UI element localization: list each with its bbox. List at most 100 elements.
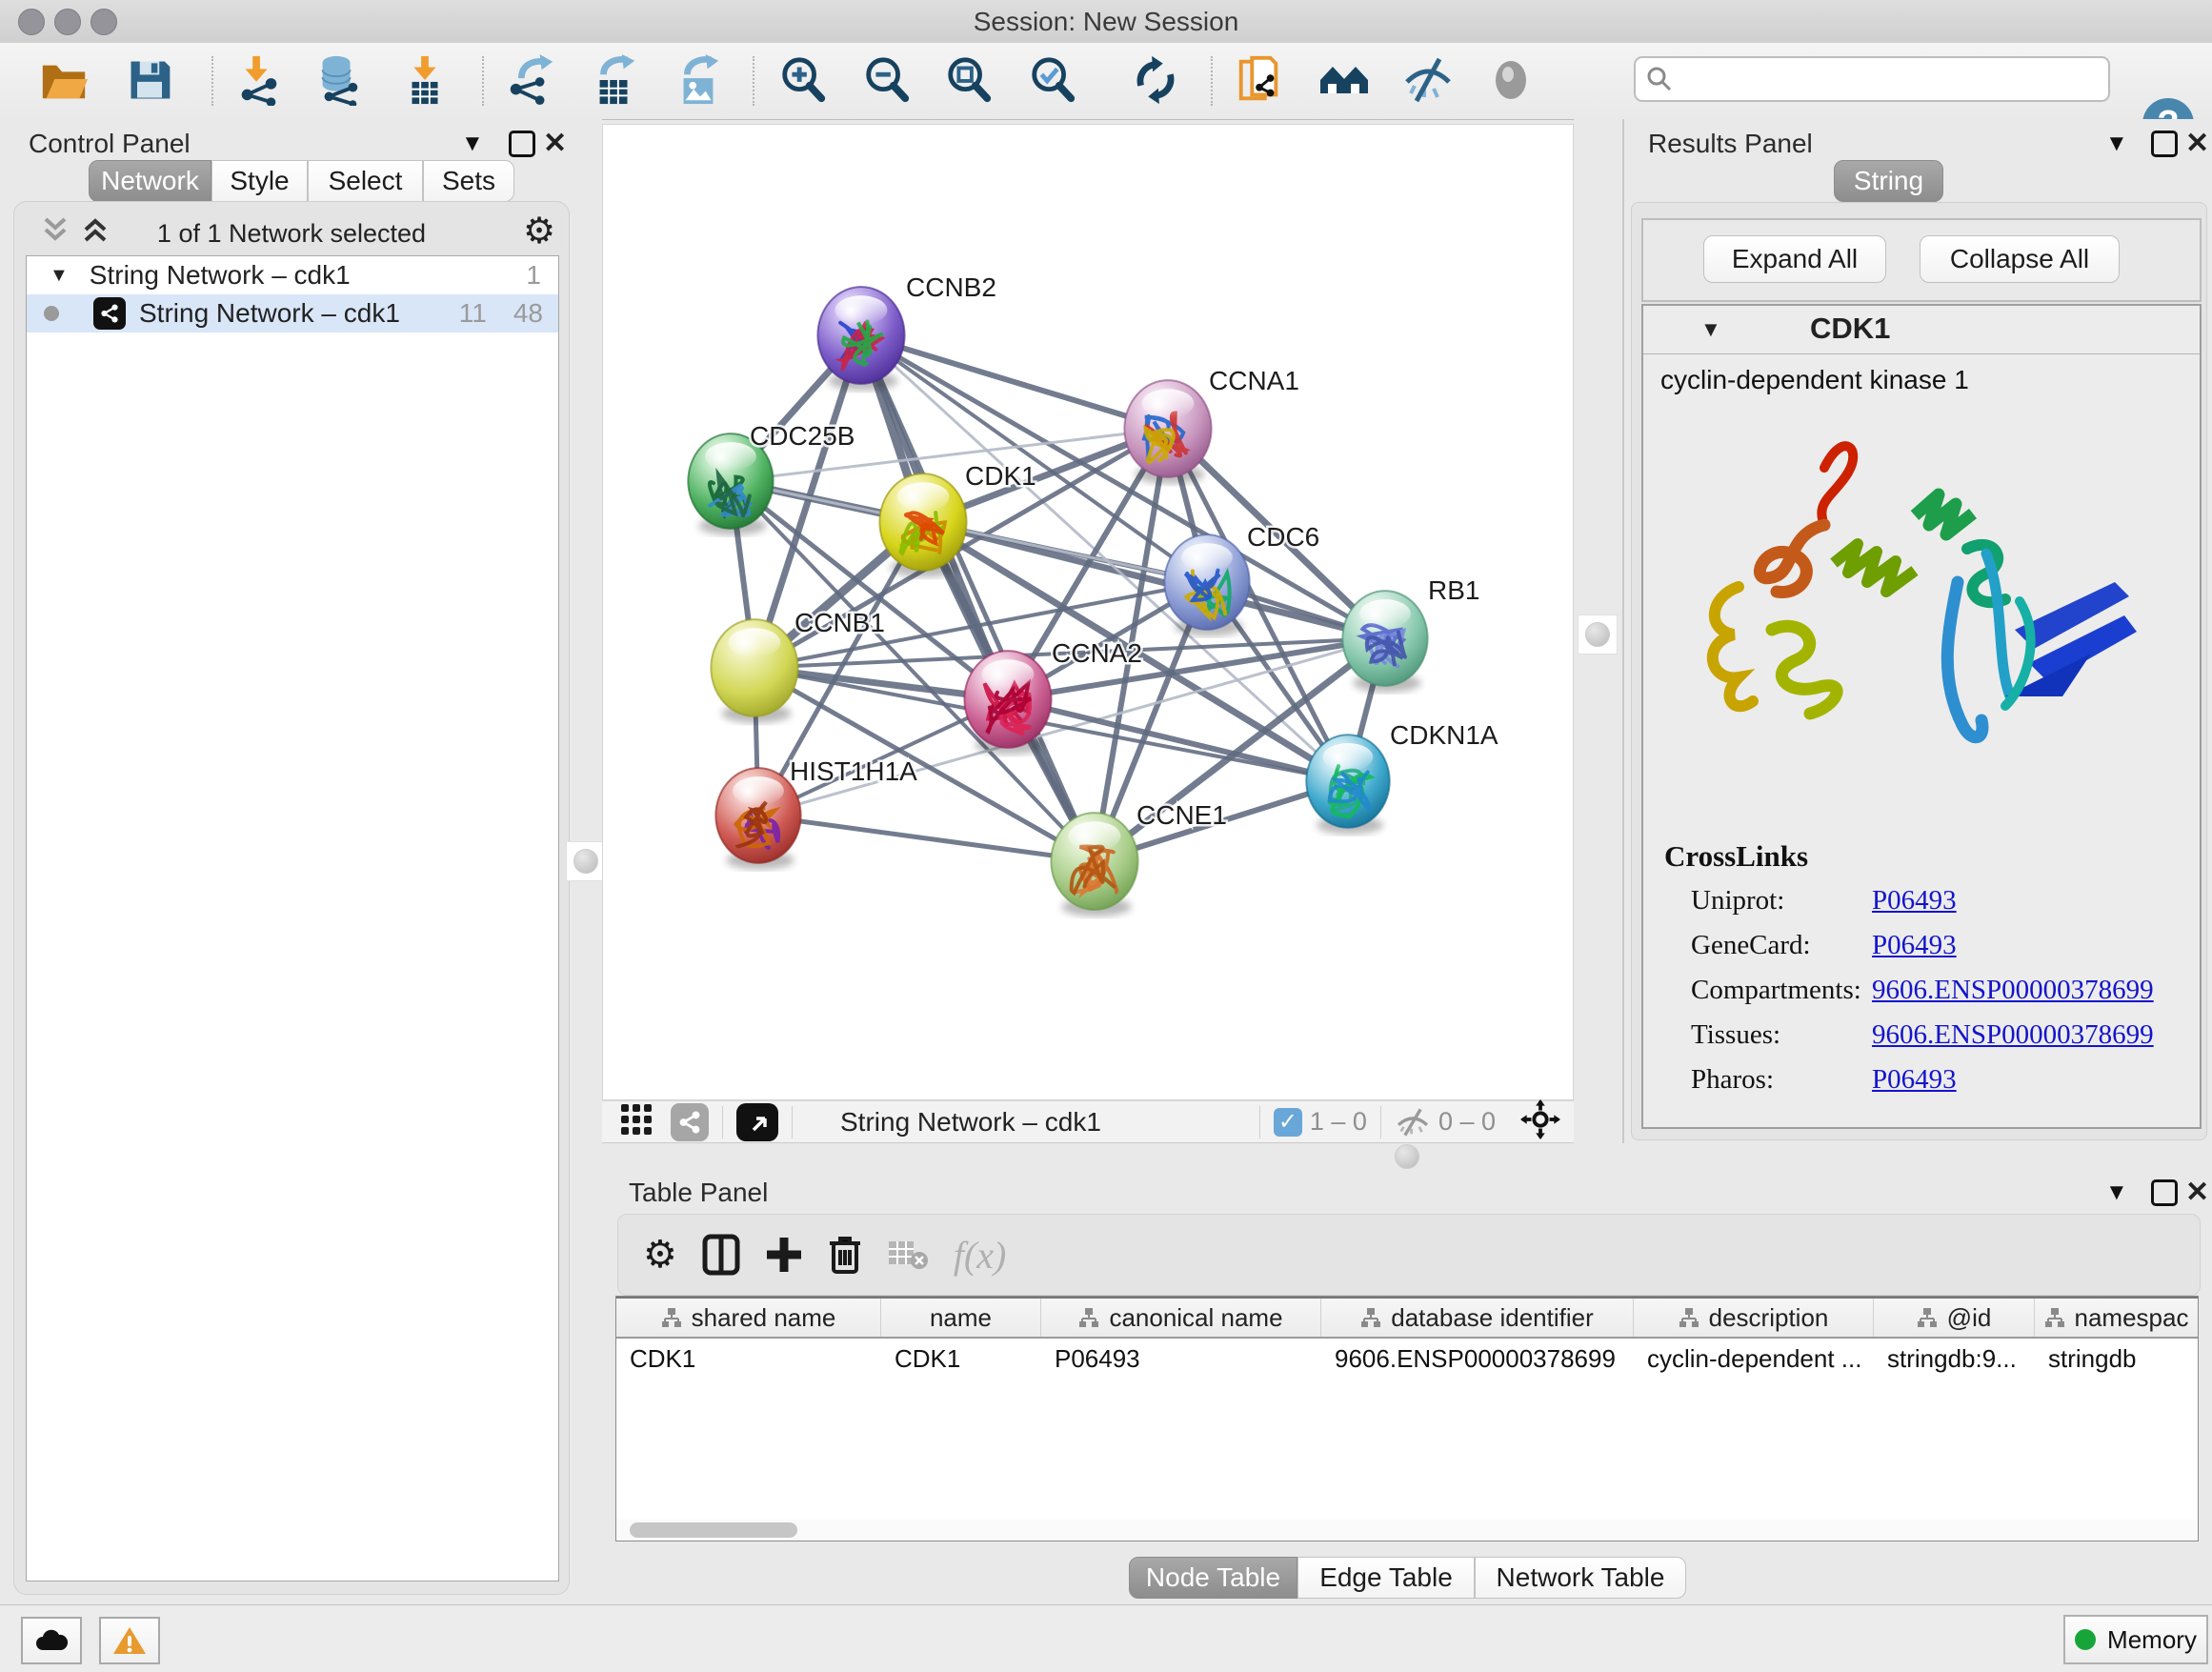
scrollbar-thumb[interactable]: [630, 1522, 797, 1538]
network-edge-CCNE1-HIST1H1A[interactable]: [758, 816, 1095, 861]
control-panel-close-button[interactable]: ✕: [543, 127, 567, 160]
results-panel-collapse-button[interactable]: ▼: [2105, 131, 2128, 157]
crosslink-compartments-link[interactable]: 9606.ENSP00000378699: [1872, 975, 2154, 1019]
table-horizontal-scrollbar[interactable]: [616, 1520, 2198, 1541]
save-session-button[interactable]: [122, 50, 177, 110]
delete-table-icon: [887, 1238, 929, 1272]
show-all-button[interactable]: [1483, 50, 1538, 110]
export-table-button[interactable]: [587, 50, 642, 110]
tab-style[interactable]: Style: [211, 160, 308, 202]
table-panel-float-button[interactable]: [2151, 1179, 2178, 1206]
node-label-CDK1: CDK1: [965, 461, 1036, 491]
show-columns-button[interactable]: [702, 1234, 740, 1276]
create-column-button[interactable]: [765, 1234, 803, 1276]
share-network-button[interactable]: [671, 1103, 709, 1141]
splitter-collapse-handle[interactable]: [1388, 1139, 1426, 1174]
function-builder-button-disabled: f(x): [954, 1233, 1007, 1278]
tab-select[interactable]: Select: [308, 160, 423, 202]
gene-section-header[interactable]: ▼ CDK1: [1643, 306, 2200, 354]
collection-expand-icon[interactable]: ▼: [50, 265, 69, 287]
cloud-status-button[interactable]: [21, 1617, 82, 1664]
clone-network-button[interactable]: [1232, 50, 1287, 110]
warnings-button[interactable]: [99, 1617, 160, 1664]
show-grid-button[interactable]: [619, 1102, 654, 1141]
column-header-namespace[interactable]: namespac: [2035, 1299, 2198, 1337]
trash-icon: [828, 1234, 862, 1276]
table-panel-collapse-button[interactable]: ▼: [2105, 1179, 2128, 1206]
table-settings-gear-button[interactable]: ⚙: [643, 1233, 677, 1277]
tab-network[interactable]: Network: [89, 160, 211, 202]
splitter-collapse-handle[interactable]: [566, 841, 606, 881]
expand-all-button[interactable]: Expand All: [1703, 235, 1886, 283]
right-vertical-splitter[interactable]: [1574, 119, 1624, 1143]
horizontal-splitter[interactable]: [602, 1143, 2212, 1174]
network-collection-row[interactable]: ▼ String Network – cdk1 1: [27, 256, 558, 294]
import-table-button[interactable]: [397, 50, 452, 110]
network-node-CCNB2[interactable]: CCNB2: [817, 272, 996, 391]
splitter-collapse-handle[interactable]: [1578, 614, 1618, 655]
network-row-selected[interactable]: String Network – cdk1 11 48: [27, 294, 558, 332]
column-header-id[interactable]: @id: [1874, 1299, 2035, 1337]
birds-eye-view-button[interactable]: [736, 1103, 778, 1141]
column-header-description[interactable]: description: [1634, 1299, 1874, 1337]
tab-edge-table[interactable]: Edge Table: [1297, 1557, 1475, 1599]
table-row[interactable]: CDK1 CDK1 P06493 9606.ENSP00000378699 cy…: [616, 1339, 2198, 1379]
column-header-canonical-name[interactable]: canonical name: [1041, 1299, 1321, 1337]
export-image-button[interactable]: [671, 50, 726, 110]
network-node-CCNA1[interactable]: CCNA1: [1124, 366, 1299, 484]
network-node-CCNE1[interactable]: CCNE1: [1051, 800, 1227, 917]
open-file-button[interactable]: [36, 50, 91, 110]
collapse-all-button[interactable]: Collapse All: [1920, 235, 2120, 283]
network-node-HIST1H1A[interactable]: HIST1H1A: [715, 756, 917, 870]
column-label: description: [1709, 1303, 1829, 1333]
section-collapse-icon[interactable]: ▼: [1700, 317, 1721, 342]
zoom-in-icon: [777, 54, 829, 106]
left-vertical-splitter[interactable]: [572, 119, 602, 1604]
memory-button[interactable]: Memory: [2063, 1615, 2208, 1664]
zoom-out-button[interactable]: [859, 50, 915, 110]
crosslink-genecard-link[interactable]: P06493: [1872, 930, 1957, 975]
search-field[interactable]: [1634, 56, 2110, 102]
tab-network-table[interactable]: Network Table: [1475, 1557, 1686, 1599]
network-options-gear-button[interactable]: ⚙: [523, 210, 555, 252]
network-node-RB1[interactable]: RB1: [1342, 575, 1479, 693]
search-input[interactable]: [1674, 64, 2108, 95]
crosslink-uniprot-link[interactable]: P06493: [1872, 885, 1957, 930]
table-panel-close-button[interactable]: ✕: [2185, 1176, 2209, 1209]
crosslink-pharos-link[interactable]: P06493: [1872, 1064, 1957, 1109]
tab-sets[interactable]: Sets: [423, 160, 514, 202]
network-node-CCNB1[interactable]: CCNB1: [711, 608, 885, 723]
cloud-icon: [33, 1627, 70, 1654]
control-panel-float-button[interactable]: [509, 131, 535, 157]
control-panel-collapse-button[interactable]: ▼: [461, 131, 484, 157]
column-header-database-identifier[interactable]: database identifier: [1321, 1299, 1634, 1337]
tab-string[interactable]: String: [1834, 160, 1943, 202]
network-node-CDKN1A[interactable]: CDKN1A: [1306, 720, 1498, 835]
node-table: shared name name canonical name database…: [615, 1296, 2199, 1541]
hide-selected-button[interactable]: [1400, 50, 1456, 110]
network-selection-status: 1 of 1 Network selected: [14, 219, 569, 249]
crosslinks-list: Uniprot: P06493 GeneCard: P06493 Compart…: [1691, 885, 2186, 1109]
zoom-fit-button[interactable]: [941, 50, 996, 110]
refresh-view-button[interactable]: [1128, 50, 1183, 110]
export-network-button[interactable]: [503, 50, 558, 110]
network-graph[interactable]: CCNB2CCNA1CDC25BCDK1CDC6RB1CCNB1CCNA2CDK…: [603, 125, 1573, 1099]
column-header-name[interactable]: name: [881, 1299, 1041, 1337]
crosslink-tissues-link[interactable]: 9606.ENSP00000378699: [1872, 1019, 2154, 1064]
results-panel-float-button[interactable]: [2151, 131, 2178, 157]
first-neighbors-button[interactable]: [1317, 50, 1372, 110]
delete-column-button[interactable]: [828, 1234, 862, 1276]
zoom-in-button[interactable]: [775, 50, 831, 110]
import-network-database-button[interactable]: [311, 50, 366, 110]
column-header-shared-name[interactable]: shared name: [616, 1299, 881, 1337]
import-network-file-button[interactable]: [231, 50, 286, 110]
pan-crosshair-button[interactable]: [1520, 1099, 1560, 1144]
network-node-CDC25B[interactable]: CDC25B: [688, 421, 855, 535]
tab-node-table[interactable]: Node Table: [1129, 1557, 1297, 1599]
network-edge-CCNB2-CCNA1[interactable]: [861, 335, 1168, 429]
network-canvas[interactable]: CCNB2CCNA1CDC25BCDK1CDC6RB1CCNB1CCNA2CDK…: [602, 124, 1574, 1100]
crosslink-row: GeneCard: P06493: [1691, 930, 2186, 975]
zoom-selected-button[interactable]: [1025, 50, 1080, 110]
results-panel-close-button[interactable]: ✕: [2185, 127, 2209, 160]
selected-count-checkbox[interactable]: ✓: [1274, 1108, 1302, 1137]
